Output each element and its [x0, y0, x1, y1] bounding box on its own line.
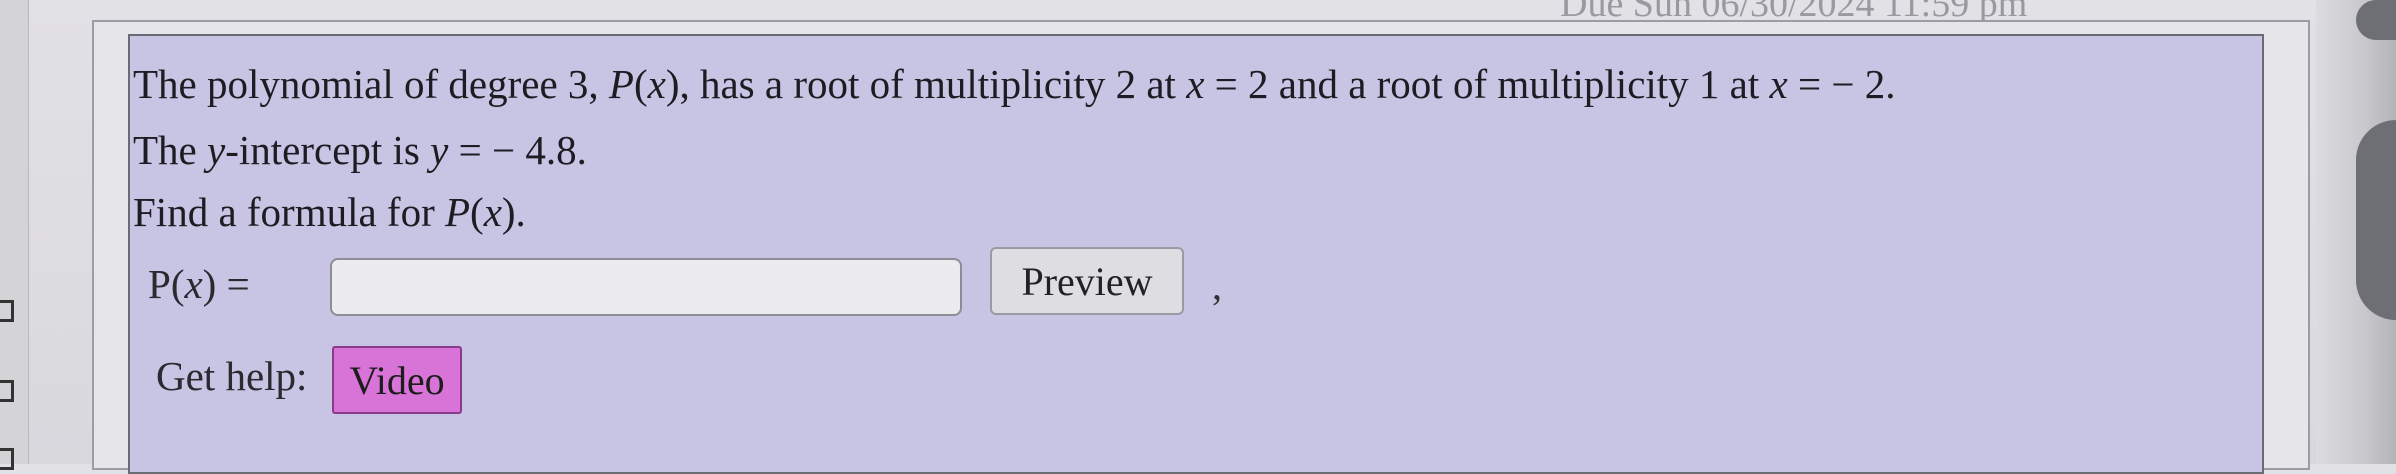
problem-text: = − 4.8. [448, 127, 587, 173]
problem-text: The polynomial of degree 3, [133, 61, 609, 107]
answer-label: P(x) = [148, 260, 250, 308]
right-edge-shadow [2356, 120, 2396, 320]
problem-text: The [133, 127, 207, 173]
left-bracket-mark [0, 448, 14, 470]
right-edge-shadow [2356, 0, 2396, 40]
preview-button[interactable]: Preview [990, 247, 1184, 315]
problem-text: -intercept is [225, 127, 431, 173]
video-help-button[interactable]: Video [332, 346, 462, 414]
answer-input[interactable] [330, 258, 962, 316]
math-paren: ( [470, 189, 484, 235]
math-var: P [444, 189, 471, 235]
problem-line-3: Find a formula for P(x). [133, 188, 526, 236]
math-var: y [430, 127, 449, 173]
math-paren: ( [170, 261, 185, 307]
left-bracket-mark [0, 300, 14, 322]
math-var: y [207, 127, 226, 173]
math-var: x [1769, 61, 1788, 107]
right-edge [2316, 0, 2396, 464]
problem-text: , has a root of multiplicity 2 at [679, 61, 1187, 107]
problem-text: = 2 and a root of multiplicity 1 at [1204, 61, 1770, 107]
separator-comma: , [1212, 263, 1222, 308]
math-paren: ) [665, 61, 680, 107]
get-help-label: Get help: [156, 353, 308, 399]
math-paren: ( [633, 61, 648, 107]
left-margin [0, 0, 29, 470]
math-var: x [483, 189, 502, 235]
problem-text: Find a formula for [133, 189, 445, 235]
problem-line-2: The y-intercept is y = − 4.8. [133, 126, 587, 174]
math-var: P [148, 261, 171, 307]
answer-equals: ) = [202, 261, 250, 307]
problem-text: = − 2. [1787, 61, 1896, 107]
math-var: P [608, 61, 634, 107]
problem-line-1: The polynomial of degree 3, P(x), has a … [133, 60, 1895, 108]
math-var: x [1186, 61, 1205, 107]
math-var: x [647, 61, 666, 107]
math-var: x [184, 261, 203, 307]
math-paren: ). [501, 189, 526, 235]
left-bracket-mark [0, 380, 14, 402]
